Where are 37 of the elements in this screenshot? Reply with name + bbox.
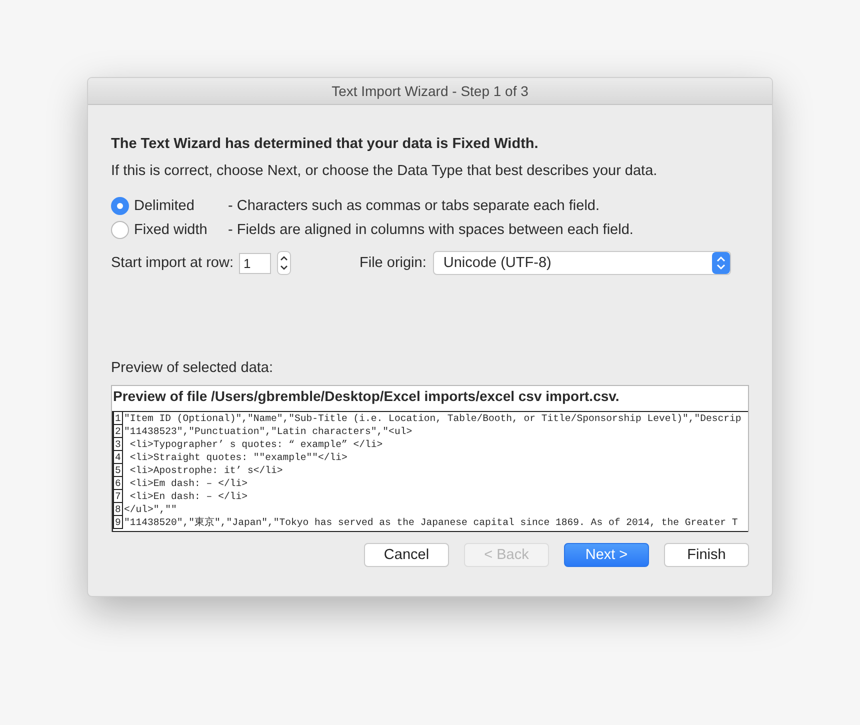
dropdown-arrows-icon[interactable] bbox=[712, 252, 730, 274]
line-number: 4 bbox=[113, 451, 123, 464]
field-label: File origin: bbox=[359, 255, 426, 271]
preview-label: Preview of selected data: bbox=[111, 360, 274, 376]
field-label: Start import at row: bbox=[111, 255, 234, 271]
file-origin-dropdown[interactable]: Unicode (UTF-8) bbox=[433, 251, 732, 275]
radio-button[interactable] bbox=[111, 197, 129, 215]
preview-line: "Item ID (Optional)","Name","Sub-Title (i.e. Location, Table/Booth, or Title/Sponsorship Level)","Descrip bbox=[123, 412, 742, 425]
line-number: 7 bbox=[113, 490, 123, 503]
instruction-text: If this is correct, choose Next, or choose the Data Type that best describes your data. bbox=[111, 163, 658, 179]
dialog-button[interactable]: Finish bbox=[664, 543, 749, 567]
preview-title: Preview of file /Users/gbremble/Desktop/Excel imports/excel csv import.csv. bbox=[112, 387, 620, 406]
preview-line: "11438523","Punctuation","Latin characters","<ul> bbox=[123, 425, 412, 438]
preview-line: <li>Typographer’ s quotes: “ example” </li> bbox=[128, 438, 383, 451]
row-input-field[interactable]: 1 bbox=[239, 252, 272, 274]
preview-line: "11438520","東京","Japan","Tokyo has served as the Japanese capital since 1869. As of 2014, the Greater T bbox=[123, 516, 738, 529]
dialog-button[interactable]: Cancel bbox=[364, 543, 449, 567]
window-title: Text Import Wizard - Step 1 of 3 bbox=[332, 83, 528, 99]
radio-label[interactable]: Fixed width bbox=[134, 222, 228, 238]
line-number: 1 bbox=[113, 412, 123, 425]
preview-line: <li>Apostrophe: it’ s</li> bbox=[128, 464, 283, 477]
option-description: - Characters such as commas or tabs separate each field. bbox=[228, 198, 600, 214]
line-number: 8 bbox=[113, 503, 123, 516]
preview-line: <li>Straight quotes: ""example""</li> bbox=[128, 451, 348, 464]
line-number: 9 bbox=[113, 516, 123, 529]
line-number: 6 bbox=[113, 477, 123, 490]
radio-button[interactable] bbox=[111, 221, 129, 239]
stepper-icon[interactable] bbox=[277, 251, 292, 275]
line-number: 5 bbox=[113, 464, 123, 477]
preview-line: </ul>","" bbox=[123, 503, 177, 516]
line-number: 2 bbox=[113, 425, 123, 438]
line-number: 3 bbox=[113, 438, 123, 451]
option-description: - Fields are aligned in columns with spaces between each field. bbox=[228, 222, 634, 238]
heading: The Text Wizard has determined that your data is Fixed Width. bbox=[111, 136, 540, 152]
preview-line: <li>En dash: – </li> bbox=[128, 490, 248, 503]
preview-line: <li>Em dash: – </li> bbox=[128, 477, 248, 490]
radio-label[interactable]: Delimited bbox=[134, 198, 228, 214]
